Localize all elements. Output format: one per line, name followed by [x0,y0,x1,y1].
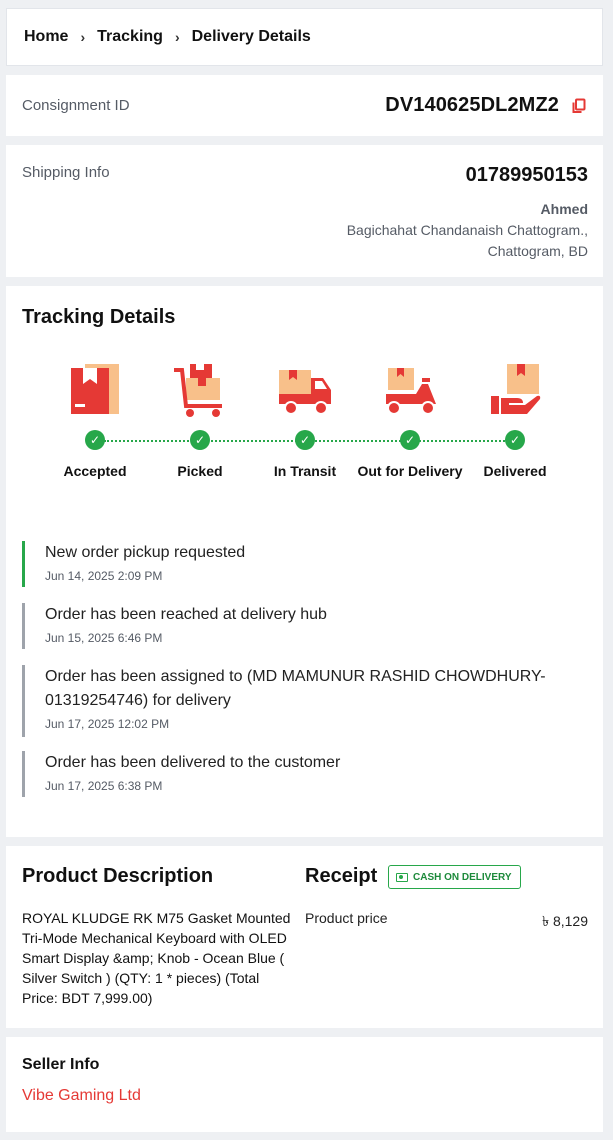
scooter-icon [382,362,438,418]
breadcrumb-current: Delivery Details [191,28,311,45]
breadcrumb: Home › Tracking › Delivery Details [6,8,603,66]
hand-box-icon [487,362,543,418]
product-receipt-section: Product Description ROYAL KLUDGE RK M75 … [6,846,603,1028]
receipt-title: Receipt [305,865,378,887]
product-description: ROYAL KLUDGE RK M75 Gasket Mounted Tri-M… [22,910,291,1006]
seller-title: Seller Info [22,1056,100,1073]
box-icon [67,362,123,418]
event-text: Order has been assigned to (MD MAMUNUR R… [45,668,546,709]
chevron-right-icon: › [80,29,86,45]
event-text: Order has been delivered to the customer [45,754,341,771]
shipping-address-line1: Bagichahat Chandanaish Chattogram., [346,222,588,238]
tracking-title: Tracking Details [22,306,176,328]
event-date: Jun 17, 2025 6:38 PM [45,779,163,793]
consignment-label: Consignment ID [22,97,130,114]
shipping-name: Ahmed [540,201,588,217]
step-label: Delivered [483,463,547,479]
tracking-steps: ✓ Accepted ✓ Picked ✓ In Transit ✓ Out f… [40,362,600,512]
copy-icon[interactable] [571,98,587,114]
tracking-section: Tracking Details ✓ Accepted ✓ Picked ✓ I… [6,286,603,837]
shipping-section: Shipping Info 01789950153 Ahmed Bagichah… [6,145,603,277]
shipping-phone: 01789950153 [465,164,588,186]
event-date: Jun 15, 2025 6:46 PM [45,631,163,645]
payment-badge-label: CASH ON DELIVERY [413,871,512,883]
check-icon: ✓ [190,430,210,450]
shipping-label: Shipping Info [22,164,110,181]
event-text: Order has been reached at delivery hub [45,606,327,623]
timeline-event: Order has been assigned to (MD MAMUNUR R… [22,665,592,737]
truck-icon [277,362,333,418]
timeline-event: Order has been reached at delivery hub J… [22,603,592,649]
cart-icon [172,362,228,418]
price-value: ৳ 8,129 [542,913,588,929]
event-text: New order pickup requested [45,544,246,561]
shipping-address-line2: Chattogram, BD [487,243,588,259]
seller-name-link[interactable]: Vibe Gaming Ltd [22,1087,141,1105]
breadcrumb-home[interactable]: Home [24,28,68,46]
check-icon: ✓ [400,430,420,450]
product-title: Product Description [22,865,214,887]
check-icon: ✓ [295,430,315,450]
consignment-section: Consignment ID DV140625DL2MZ2 [6,75,603,136]
check-icon: ✓ [85,430,105,450]
timeline-event: New order pickup requested Jun 14, 2025 … [22,541,592,587]
timeline-event: Order has been delivered to the customer… [22,751,592,797]
breadcrumb-tracking[interactable]: Tracking [97,28,163,46]
step-label: Picked [177,463,223,479]
step-label: Out for Delivery [357,463,463,479]
event-date: Jun 14, 2025 2:09 PM [45,569,163,583]
consignment-id: DV140625DL2MZ2 [385,94,559,116]
step-label: In Transit [273,463,337,479]
price-label: Product price [305,910,388,926]
step-label: Accepted [63,463,127,479]
payment-badge: CASH ON DELIVERY [388,865,521,889]
event-date: Jun 17, 2025 12:02 PM [45,717,170,731]
cash-icon [396,872,408,882]
chevron-right-icon: › [174,29,180,45]
check-icon: ✓ [505,430,525,450]
seller-section: Seller Info Vibe Gaming Ltd [6,1037,603,1132]
